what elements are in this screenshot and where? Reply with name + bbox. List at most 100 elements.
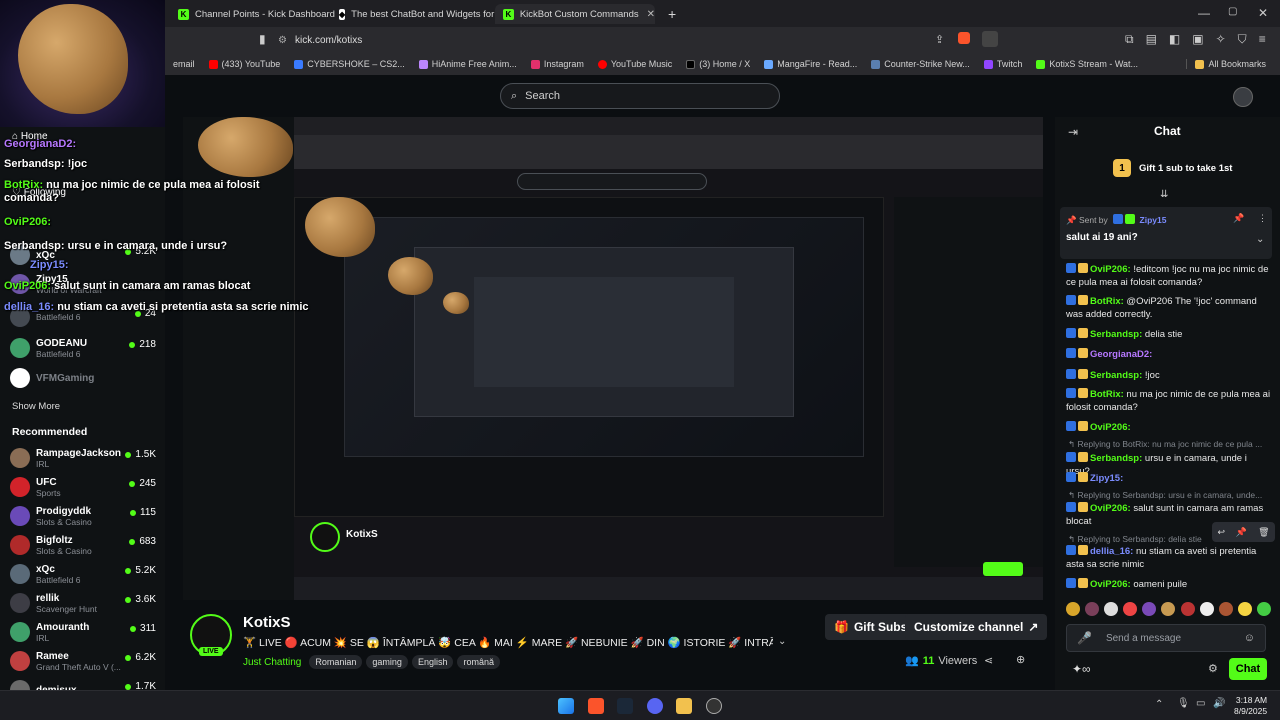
channel-points-icon[interactable]: ✦∞ (1072, 662, 1091, 676)
url-field[interactable]: ⚙ kick.com/kotixs (278, 31, 948, 50)
emote[interactable] (1218, 602, 1233, 616)
gift-subs-button[interactable]: 🎁 Gift Subs (825, 614, 917, 640)
bookmark-youtube-music[interactable]: YouTube Music (597, 59, 672, 69)
share-icon[interactable]: ⋖ (984, 654, 993, 667)
sidebar-item-recommended[interactable]: RampageJackson IRL 1.5K (10, 444, 162, 472)
chat-username[interactable]: OviP206: (1090, 503, 1131, 514)
chat-username[interactable]: BotRix: (1090, 389, 1124, 400)
tag[interactable]: English (411, 655, 454, 669)
emote[interactable] (1104, 602, 1119, 616)
customize-channel-button[interactable]: Customize channel ↗ (905, 614, 1048, 640)
volume-icon[interactable]: 🔊 (1213, 698, 1225, 709)
windows-start-icon[interactable] (558, 698, 574, 714)
chat-message[interactable]: OviP206: !editcom !joc nu ma joc nimic d… (1066, 263, 1271, 289)
expand-icon[interactable]: ⇊ (1160, 189, 1168, 200)
chat-message[interactable]: GeorgianaD2: (1066, 348, 1271, 361)
category-link[interactable]: Just Chatting (243, 657, 301, 668)
obs-icon[interactable] (706, 698, 722, 714)
emote[interactable] (1085, 602, 1100, 616)
clock[interactable]: 3:18 AM 8/9/2025 (1234, 695, 1267, 717)
chat-username[interactable]: dellia_16: (1090, 546, 1133, 557)
video-player[interactable]: KotixS (183, 117, 1043, 600)
bookmark-instagram[interactable]: Instagram (530, 59, 584, 69)
bookmark-youtube[interactable]: (433) YouTube (208, 59, 280, 69)
chevron-down-icon[interactable]: ⌄ (778, 636, 786, 647)
bookmark-x[interactable]: (3) Home / X (686, 59, 750, 69)
chat-username[interactable]: Zipy15: (1090, 473, 1123, 484)
sidebar-item-recommended[interactable]: Prodigyddk Slots & Casino 115 (10, 502, 162, 530)
chat-username[interactable]: BotRix: (1090, 296, 1124, 307)
sidebar-item-recommended[interactable]: Ramee Grand Theft Auto V (... 6.2K (10, 647, 162, 675)
menu-icon[interactable]: ≡ (1259, 32, 1266, 47)
site-info-icon[interactable]: ⚙ (278, 35, 287, 46)
bookmark-mangafire[interactable]: MangaFire - Read... (764, 59, 857, 69)
chevron-down-icon[interactable]: ⌄ (1256, 234, 1264, 245)
bookmark-kotixs[interactable]: KotixS Stream - Wat... (1036, 59, 1138, 69)
show-more-link[interactable]: Show More (12, 401, 60, 412)
wallet-icon[interactable]: ▣ (1192, 32, 1203, 47)
delete-icon[interactable]: 🗑 (1258, 527, 1269, 538)
close-tab-icon[interactable]: ✕ (647, 9, 655, 20)
tag[interactable]: Romanian (309, 655, 363, 669)
sidebar-item-recommended[interactable]: Amouranth IRL 311 (10, 618, 162, 646)
all-bookmarks[interactable]: All Bookmarks (1186, 59, 1266, 69)
emote[interactable] (1256, 602, 1271, 616)
streamer-name[interactable]: KotixS (243, 614, 291, 631)
steam-icon[interactable] (617, 698, 633, 714)
emoji-icon[interactable]: ☺ (1244, 632, 1255, 644)
chat-message[interactable]: BotRix: nu ma joc nimic de ce pula mea a… (1066, 388, 1271, 414)
extensions-icon[interactable]: ⧉ (1125, 32, 1134, 47)
sidebar-item-recommended[interactable]: xQc Battlefield 6 5.2K (10, 560, 162, 588)
chat-username[interactable]: OviP206: (1090, 264, 1131, 275)
chat-username[interactable]: Serbandsp: (1090, 329, 1142, 340)
brave-icon[interactable] (588, 698, 604, 714)
close-window-icon[interactable]: ✕ (1258, 6, 1268, 20)
chat-username[interactable]: OviP206: (1090, 579, 1131, 590)
share-icon[interactable]: ⇪ (935, 33, 944, 46)
emote[interactable] (1066, 602, 1080, 616)
reply-icon[interactable]: ↩ (1217, 527, 1225, 538)
sidebar-item-recommended[interactable]: UFC Sports 245 (10, 473, 162, 501)
emote[interactable] (1180, 602, 1195, 616)
discord-icon[interactable] (647, 698, 663, 714)
chat-username[interactable]: OviP206: (1090, 422, 1131, 433)
chat-message[interactable]: dellia_16: nu stiam ca aveti si pretenti… (1066, 545, 1271, 571)
chat-message[interactable]: OviP206: oameni puile (1066, 578, 1271, 591)
emote[interactable] (1199, 602, 1214, 616)
pin-icon[interactable]: 📌 (1233, 213, 1244, 224)
tab-channel-points[interactable]: K Channel Points - Kick Dashboard (170, 4, 335, 24)
tab-kickbot[interactable]: K KickBot Custom Commands ✕ (495, 4, 655, 24)
bookmark-email[interactable]: email (173, 59, 195, 69)
bookmark-counter-strike[interactable]: Counter-Strike New... (871, 59, 970, 69)
chevron-up-icon[interactable]: ⌃ (1155, 699, 1163, 710)
tag[interactable]: gaming (366, 655, 408, 669)
chat-input[interactable]: 🎤 Send a message ☺ (1066, 624, 1266, 652)
file-explorer-icon[interactable] (676, 698, 692, 714)
sidebar-item-godeanu[interactable]: GODEANU Battlefield 6 218 (10, 334, 162, 362)
chat-username[interactable]: GeorgianaD2: (1090, 349, 1152, 360)
chat-message[interactable]: BotRix: @OviP206 The '!joc' command was … (1066, 295, 1271, 321)
minimize-icon[interactable]: — (1198, 6, 1210, 20)
vpn-icon[interactable]: ⛉ (1238, 32, 1247, 47)
emote[interactable] (1161, 602, 1176, 616)
reader-icon[interactable]: ▤ (1146, 32, 1157, 47)
maximize-icon[interactable]: ▢ (1228, 6, 1237, 17)
send-chat-button[interactable]: Chat (1229, 658, 1267, 680)
more-icon[interactable]: ⋮ (1258, 213, 1267, 224)
brave-shield-icon[interactable] (958, 32, 970, 44)
emote[interactable] (1142, 602, 1157, 616)
tab-botrix[interactable]: ◆ The best ChatBot and Widgets for Ki (331, 4, 495, 24)
chat-message[interactable]: OviP206: (1066, 421, 1271, 434)
collapse-chat-icon[interactable]: ⇥ (1068, 125, 1078, 139)
chat-username[interactable]: Serbandsp: (1090, 370, 1142, 381)
follow-icon[interactable]: ⊕ (1016, 653, 1025, 666)
brave-rewards-icon[interactable] (982, 31, 998, 47)
tag[interactable]: română (457, 655, 500, 669)
chat-username[interactable]: Serbandsp: (1090, 453, 1142, 464)
chat-message[interactable]: Serbandsp: !joc (1066, 369, 1271, 382)
bookmark-icon[interactable]: ▮ (259, 32, 266, 46)
sidebar-item-recommended[interactable]: Bigfoltz Slots & Casino 683 (10, 531, 162, 559)
emote[interactable] (1123, 602, 1138, 616)
chat-message[interactable]: Serbandsp: delia stie (1066, 328, 1271, 341)
sidebar-icon[interactable]: ◧ (1169, 32, 1180, 47)
